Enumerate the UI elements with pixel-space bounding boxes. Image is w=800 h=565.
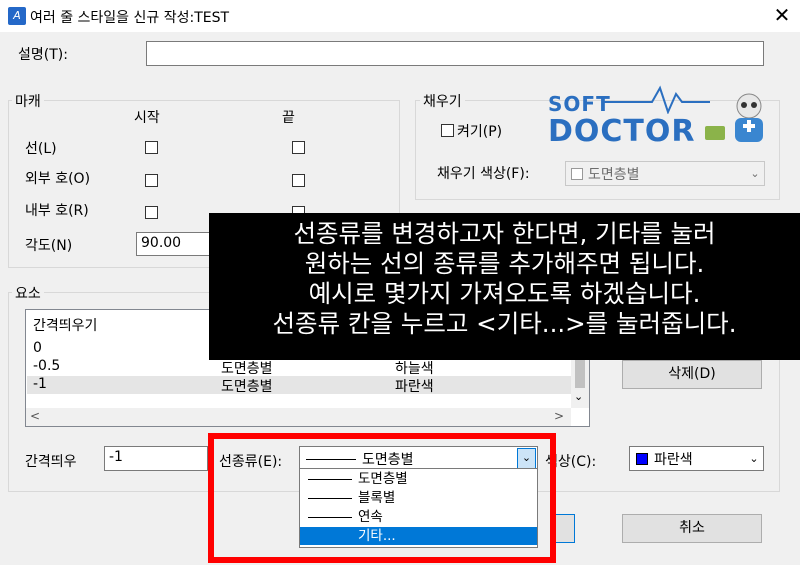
caps-line-end-checkbox[interactable] <box>292 141 305 154</box>
fill-color-select[interactable]: 도면층별 ⌄ <box>565 161 765 186</box>
caps-start-header: 시작 <box>134 110 160 126</box>
list-item-selected[interactable]: -1 도면층별 파란색 <box>27 376 572 395</box>
close-icon[interactable]: ✕ <box>768 2 796 28</box>
caps-outer-arc-label: 외부 호(O) <box>25 171 91 187</box>
logo-doctor-text: DOCTOR <box>548 114 696 149</box>
window-title: 여러 줄 스타일을 신규 작성:TEST <box>30 10 230 26</box>
elements-horizontal-scrollbar[interactable]: < > <box>26 408 571 426</box>
caps-outer-arc-end-checkbox[interactable] <box>292 174 305 187</box>
list-item[interactable]: -0.5 도면층별 하늘색 <box>27 358 572 377</box>
overlay-line-3: 예시로 몇가지 가져오도록 하겠습니다. <box>308 279 701 308</box>
elements-group-label: 요소 <box>12 283 44 303</box>
color-value: 파란색 <box>654 452 693 468</box>
delete-button[interactable]: 삭제(D) <box>622 360 762 389</box>
vertical-scroll-thumb[interactable] <box>575 360 585 388</box>
fill-group-label: 채우기 <box>420 91 465 111</box>
scroll-left-icon[interactable]: < <box>30 409 40 423</box>
fill-color-swatch <box>571 168 583 180</box>
scroll-down-icon[interactable]: ⌄ <box>574 390 583 403</box>
description-label: 설명(T): <box>18 47 68 63</box>
offset-label: 간격띄우 <box>25 454 77 470</box>
caps-line-label: 선(L) <box>25 141 57 157</box>
fill-on-checkbox[interactable] <box>441 124 454 137</box>
fill-color-value: 도면층별 <box>588 167 640 183</box>
scroll-right-icon[interactable]: > <box>554 409 564 423</box>
app-icon: A <box>8 7 26 25</box>
elements-header-offset: 간격띄우기 <box>33 318 98 334</box>
caps-inner-arc-label: 내부 호(R) <box>25 203 89 219</box>
ok-button[interactable] <box>555 514 575 543</box>
fill-on-label: 켜기(P) <box>457 124 503 140</box>
fill-color-label: 채우기 색상(F): <box>437 166 530 182</box>
caps-end-header: 끝 <box>282 110 295 126</box>
caps-group-label: 마캐 <box>12 91 44 111</box>
overlay-line-1: 선종류를 변경하고자 한다면, 기타를 눌러 <box>293 219 716 248</box>
color-select[interactable]: 파란색 ⌄ <box>629 446 764 471</box>
annotation-highlight-box <box>208 433 556 563</box>
logo-heartbeat-icon <box>602 85 710 114</box>
caps-line-start-checkbox[interactable] <box>145 141 158 154</box>
offset-input[interactable]: -1 <box>104 446 208 471</box>
description-input[interactable] <box>146 41 764 66</box>
caps-angle-input[interactable]: 90.00 <box>136 232 216 256</box>
instruction-overlay: 선종류를 변경하고자 한다면, 기타를 눌러 원하는 선의 종류를 추가해주면 … <box>209 213 800 360</box>
caps-angle-label: 각도(N) <box>25 238 73 254</box>
dialog-window: A 여러 줄 스타일을 신규 작성:TEST ✕ 설명(T): 마캐 시작 끝 … <box>0 0 800 565</box>
fill-color-chevron-down-icon: ⌄ <box>750 167 760 180</box>
overlay-line-2: 원하는 선의 종류를 추가해주면 됩니다. <box>304 249 705 278</box>
cancel-button[interactable]: 취소 <box>622 514 762 543</box>
logo-doctor-mascot-icon <box>705 93 763 142</box>
caps-outer-arc-start-checkbox[interactable] <box>145 174 158 187</box>
overlay-line-4: 선종류 칸을 누르고 <기타...>를 눌러줍니다. <box>272 309 737 338</box>
title-bar: A 여러 줄 스타일을 신규 작성:TEST ✕ <box>0 0 800 32</box>
color-chevron-down-icon: ⌄ <box>749 452 759 465</box>
caps-inner-arc-start-checkbox[interactable] <box>145 206 158 219</box>
color-swatch <box>636 453 648 465</box>
